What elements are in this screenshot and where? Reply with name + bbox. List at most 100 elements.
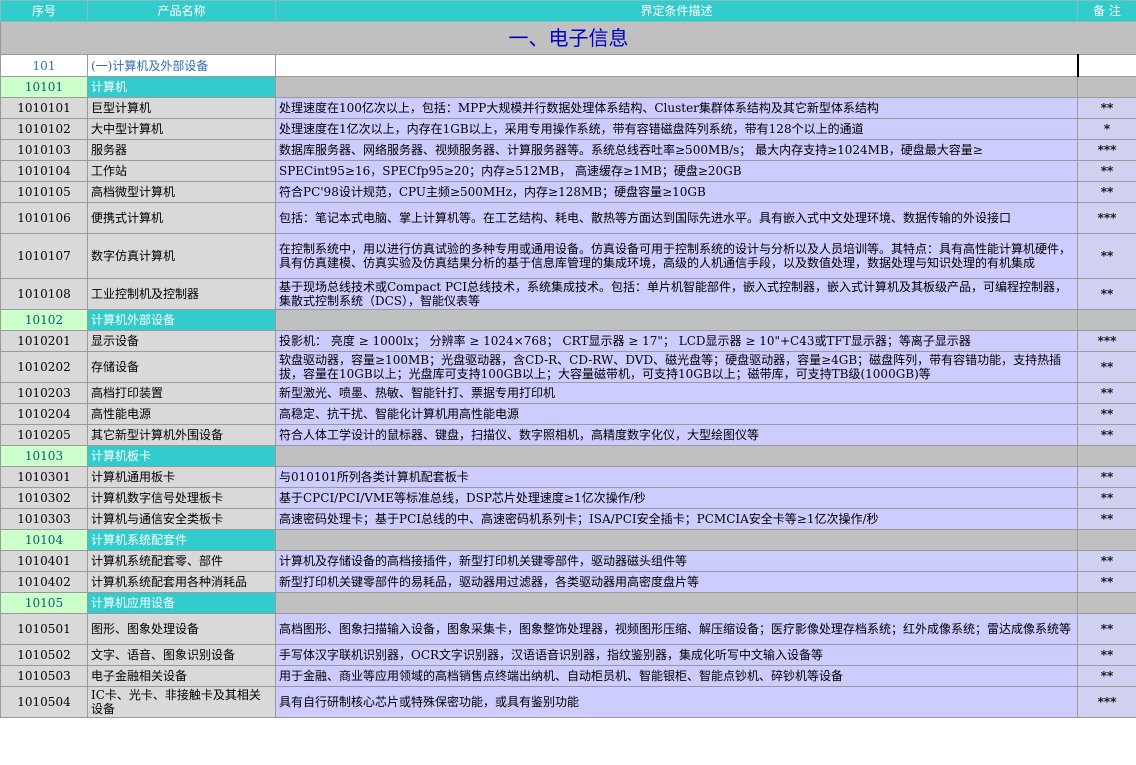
product-note: ** — [1077, 181, 1136, 203]
product-desc: 计算机及存储设备的高档接插件，新型打印机关键零部件，驱动器磁头组件等 — [275, 550, 1078, 572]
product-note: ** — [1077, 233, 1136, 279]
product-note: ** — [1077, 508, 1136, 530]
product-code: 1010204 — [0, 403, 88, 425]
product-note: *** — [1077, 330, 1136, 352]
product-code: 1010102 — [0, 118, 88, 140]
header-note: 备 注 — [1077, 0, 1136, 22]
header-desc: 界定条件描述 — [275, 0, 1078, 22]
product-name: 高性能电源 — [87, 403, 276, 425]
product-name: 文字、语音、图象识别设备 — [87, 644, 276, 666]
product-desc: 高稳定、抗干扰、智能化计算机用高性能电源 — [275, 403, 1078, 425]
product-name: 大中型计算机 — [87, 118, 276, 140]
product-table: 序号 产品名称 界定条件描述 备 注 一、电子信息 101 (一)计算机及外部设… — [0, 0, 1136, 718]
product-name: 计算机与通信安全类板卡 — [87, 508, 276, 530]
group-code: 10102 — [0, 309, 88, 331]
product-name: 巨型计算机 — [87, 97, 276, 119]
product-code: 1010105 — [0, 181, 88, 203]
product-note: ** — [1077, 424, 1136, 446]
table-row: 1010205 其它新型计算机外围设备 符合人体工学设计的鼠标器、键盘，扫描仪、数字… — [0, 424, 1136, 446]
product-note: ** — [1077, 665, 1136, 687]
product-note: ** — [1077, 382, 1136, 404]
product-name: 数字仿真计算机 — [87, 233, 276, 279]
product-code: 1010101 — [0, 97, 88, 119]
product-code: 1010503 — [0, 665, 88, 687]
product-desc: 新型打印机关键零部件的易耗品，驱动器用过滤器，各类驱动器用高密度盘片等 — [275, 571, 1078, 593]
product-code: 1010502 — [0, 644, 88, 666]
table-row: 1010303 计算机与通信安全类板卡 高速密码处理卡；基于PCI总线的中、高速密码… — [0, 508, 1136, 530]
product-name: 计算机系统配套零、部件 — [87, 550, 276, 572]
product-desc: 数据库服务器、网络服务器、视频服务器、计算服务器等。系统总线吞吐率≥500MB/… — [275, 139, 1078, 161]
table-row: 1010106 便携式计算机 包括：笔记本式电脑、掌上计算机等。在工艺结构、耗电、散… — [0, 202, 1136, 234]
section-blank — [275, 54, 1079, 77]
product-desc: 软盘驱动器，容量≥100MB；光盘驱动器，含CD-R、CD-RW、DVD、磁光盘… — [275, 351, 1078, 383]
table-row: 1010501 图形、图象处理设备 高档图形、图象扫描输入设备，图象采集卡，图象整饰… — [0, 613, 1136, 645]
product-desc: 基于CPCI/PCI/VME等标准总线，DSP芯片处理速度≥1亿次操作/秒 — [275, 487, 1078, 509]
header-code: 序号 — [0, 0, 88, 22]
product-note: ** — [1077, 466, 1136, 488]
product-desc: 手写体汉字联机识别器，OCR文字识别器，汉语语音识别器，指纹鉴别器，集成化听写中… — [275, 644, 1078, 666]
product-name: 计算机数字信号处理板卡 — [87, 487, 276, 509]
product-code: 1010203 — [0, 382, 88, 404]
product-code: 1010501 — [0, 613, 88, 645]
table-row: 1010101 巨型计算机 处理速度在100亿次以上，包括：MPP大规模并行数据处理… — [0, 97, 1136, 119]
product-name: 高档打印装置 — [87, 382, 276, 404]
product-note: ** — [1077, 613, 1136, 645]
group-name: 计算机应用设备 — [87, 592, 276, 614]
product-desc: 高档图形、图象扫描输入设备，图象采集卡，图象整饰处理器，视频图形压缩、解压缩设备… — [275, 613, 1078, 645]
section-row: 101 (一)计算机及外部设备 — [0, 54, 1136, 77]
product-code: 1010301 — [0, 466, 88, 488]
product-name: 计算机通用板卡 — [87, 466, 276, 488]
group-name: 计算机外部设备 — [87, 309, 276, 331]
table-row: 1010302 计算机数字信号处理板卡 基于CPCI/PCI/VME等标准总线，DS… — [0, 487, 1136, 509]
product-note: ** — [1077, 550, 1136, 572]
table-row: 1010301 计算机通用板卡 与010101所列各类计算机配套板卡 ** — [0, 466, 1136, 488]
group-code: 10105 — [0, 592, 88, 614]
product-note: ** — [1077, 97, 1136, 119]
table-row: 1010402 计算机系统配套用各种消耗品 新型打印机关键零部件的易耗品，驱动器用过… — [0, 571, 1136, 593]
product-desc: 投影机： 亮度 ≥ 1000lx； 分辨率 ≥ 1024×768； CRT显示器… — [275, 330, 1078, 352]
section-name: (一)计算机及外部设备 — [87, 54, 276, 77]
title-row: 一、电子信息 — [0, 21, 1136, 55]
table-row: 1010203 高档打印装置 新型激光、喷墨、热敏、智能针打、票据专用打印机 ** — [0, 382, 1136, 404]
table-row: 1010202 存储设备 软盘驱动器，容量≥100MB；光盘驱动器，含CD-R、CD… — [0, 351, 1136, 383]
product-desc: 符合PC'98设计规范，CPU主频≥500MHz，内存≥128MB；硬盘容量≥1… — [275, 181, 1078, 203]
product-note: *** — [1077, 139, 1136, 161]
table-row: 1010204 高性能电源 高稳定、抗干扰、智能化计算机用高性能电源 ** — [0, 403, 1136, 425]
table-row: 1010401 计算机系统配套零、部件 计算机及存储设备的高档接插件，新型打印机关键… — [0, 550, 1136, 572]
group-desc-blank — [275, 592, 1078, 614]
group-desc-blank — [275, 445, 1078, 467]
group-desc-blank — [275, 529, 1078, 551]
product-desc: 处理速度在100亿次以上，包括：MPP大规模并行数据处理体系结构、Cluster… — [275, 97, 1078, 119]
page-title: 一、电子信息 — [0, 21, 1136, 55]
group-note-blank — [1077, 309, 1136, 331]
product-name: 高档微型计算机 — [87, 181, 276, 203]
product-code: 1010205 — [0, 424, 88, 446]
group-note-blank — [1077, 592, 1136, 614]
product-name: 服务器 — [87, 139, 276, 161]
section-note-blank — [1077, 54, 1136, 77]
product-code: 1010107 — [0, 233, 88, 279]
product-name: 电子金融相关设备 — [87, 665, 276, 687]
product-name: 其它新型计算机外围设备 — [87, 424, 276, 446]
table-row: 1010105 高档微型计算机 符合PC'98设计规范，CPU主频≥500MHz，内… — [0, 181, 1136, 203]
product-desc: 高速密码处理卡；基于PCI总线的中、高速密码机系列卡；ISA/PCI安全插卡；P… — [275, 508, 1078, 530]
product-code: 1010504 — [0, 686, 88, 718]
section-code: 101 — [0, 54, 88, 77]
table-row: 1010107 数字仿真计算机 在控制系统中，用以进行仿真试验的多种专用或通用设备。… — [0, 233, 1136, 279]
product-code: 1010108 — [0, 278, 88, 310]
product-desc: 基于现场总线技术或Compact PCI总线技术，系统集成技术。包括：单片机智能… — [275, 278, 1078, 310]
group-row: 10104 计算机系统配套件 — [0, 529, 1136, 551]
table-row: 1010502 文字、语音、图象识别设备 手写体汉字联机识别器，OCR文字识别器，汉… — [0, 644, 1136, 666]
group-name: 计算机系统配套件 — [87, 529, 276, 551]
group-desc-blank — [275, 309, 1078, 331]
product-note: ** — [1077, 644, 1136, 666]
product-code: 1010103 — [0, 139, 88, 161]
group-note-blank — [1077, 76, 1136, 98]
product-desc: SPECint95≥16，SPECfp95≥20；内存≥512MB， 高速缓存≥… — [275, 160, 1078, 182]
group-name: 计算机 — [87, 76, 276, 98]
product-note: ** — [1077, 351, 1136, 383]
product-note: ** — [1077, 160, 1136, 182]
product-desc: 在控制系统中，用以进行仿真试验的多种专用或通用设备。仿真设备可用于控制系统的设计… — [275, 233, 1078, 279]
table-row: 1010504 IC卡、光卡、非接触卡及其相关设备 具有自行研制核心芯片或特殊保密功… — [0, 686, 1136, 718]
group-desc-blank — [275, 76, 1078, 98]
